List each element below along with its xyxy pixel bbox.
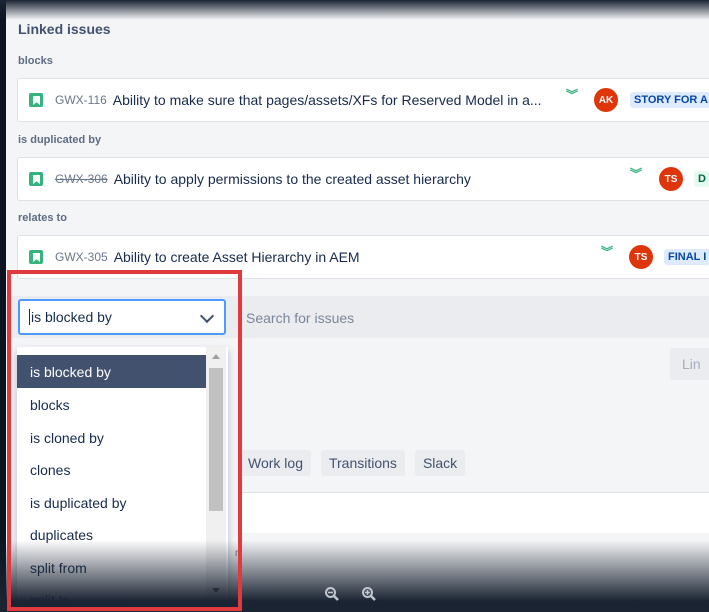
link-type-select[interactable]: is blocked by [18,299,226,335]
dropdown-option[interactable]: is blocked by [17,355,206,388]
priority-low-icon: ︾ [630,167,643,181]
dropdown-scrollbar[interactable] [206,347,226,609]
assignee-avatar: AK [594,88,618,112]
dropdown-option[interactable]: is duplicated by [17,486,206,519]
linked-issue-row[interactable]: GWX-116 Ability to make sure that pages/… [17,78,709,122]
scroll-down-arrow-icon[interactable] [212,588,220,593]
story-icon [29,250,43,264]
partial-text: n [235,548,241,559]
zoom-in-icon[interactable] [361,586,377,602]
issue-summary[interactable]: Ability to make sure that pages/assets/X… [113,92,542,108]
issue-summary[interactable]: Ability to create Asset Hierarchy in AEM [114,249,360,265]
link-type-dropdown[interactable]: is blocked by blocks is cloned by clones… [17,347,228,609]
priority-low-icon: ︾ [601,245,614,259]
zoom-out-icon[interactable] [324,586,340,602]
activity-tabs: Work log Transitions Slack [240,450,466,476]
issue-key[interactable]: GWX-306 [55,172,108,186]
dropdown-option[interactable]: duplicates [17,518,206,551]
tab-transitions[interactable]: Transitions [320,450,405,476]
link-group-label: relates to [18,212,67,224]
story-icon [29,172,43,186]
tab-work-log[interactable]: Work log [240,450,311,476]
tab-slack[interactable]: Slack [414,450,466,476]
issue-search-input[interactable]: Search for issues [246,310,354,326]
priority-low-icon: ︾ [566,88,579,102]
link-group-label: is duplicated by [18,134,102,146]
issue-key[interactable]: GWX-116 [55,93,107,107]
activity-content [240,493,709,533]
linked-issue-row[interactable]: GWX-305 Ability to create Asset Hierarch… [17,235,709,279]
scroll-up-arrow-icon[interactable] [212,354,220,359]
linked-issues-title: Linked issues [18,21,111,37]
linked-issue-row[interactable]: GWX-306 Ability to apply permissions to … [17,157,709,201]
dropdown-option[interactable]: clones [17,453,206,486]
scrollbar-thumb[interactable] [209,368,223,511]
text-caret [29,309,30,325]
chevron-down-icon[interactable] [199,308,215,324]
assignee-avatar: TS [629,245,653,269]
link-type-value: is blocked by [31,309,112,325]
dropdown-option[interactable]: is cloned by [17,421,206,454]
link-group-label: blocks [18,55,53,67]
status-badge: STORY FOR A [630,92,709,108]
issue-key[interactable]: GWX-305 [55,250,108,264]
issue-summary[interactable]: Ability to apply permissions to the crea… [114,171,471,187]
assignee-avatar: TS [659,167,683,191]
story-icon [29,93,43,107]
dropdown-option[interactable]: split from [17,551,206,584]
status-badge: D [694,171,709,187]
dropdown-option[interactable]: blocks [17,388,206,421]
dropdown-option[interactable]: split to [17,583,206,609]
link-button[interactable]: Lin [670,348,709,380]
status-badge: FINAL I [664,249,709,265]
